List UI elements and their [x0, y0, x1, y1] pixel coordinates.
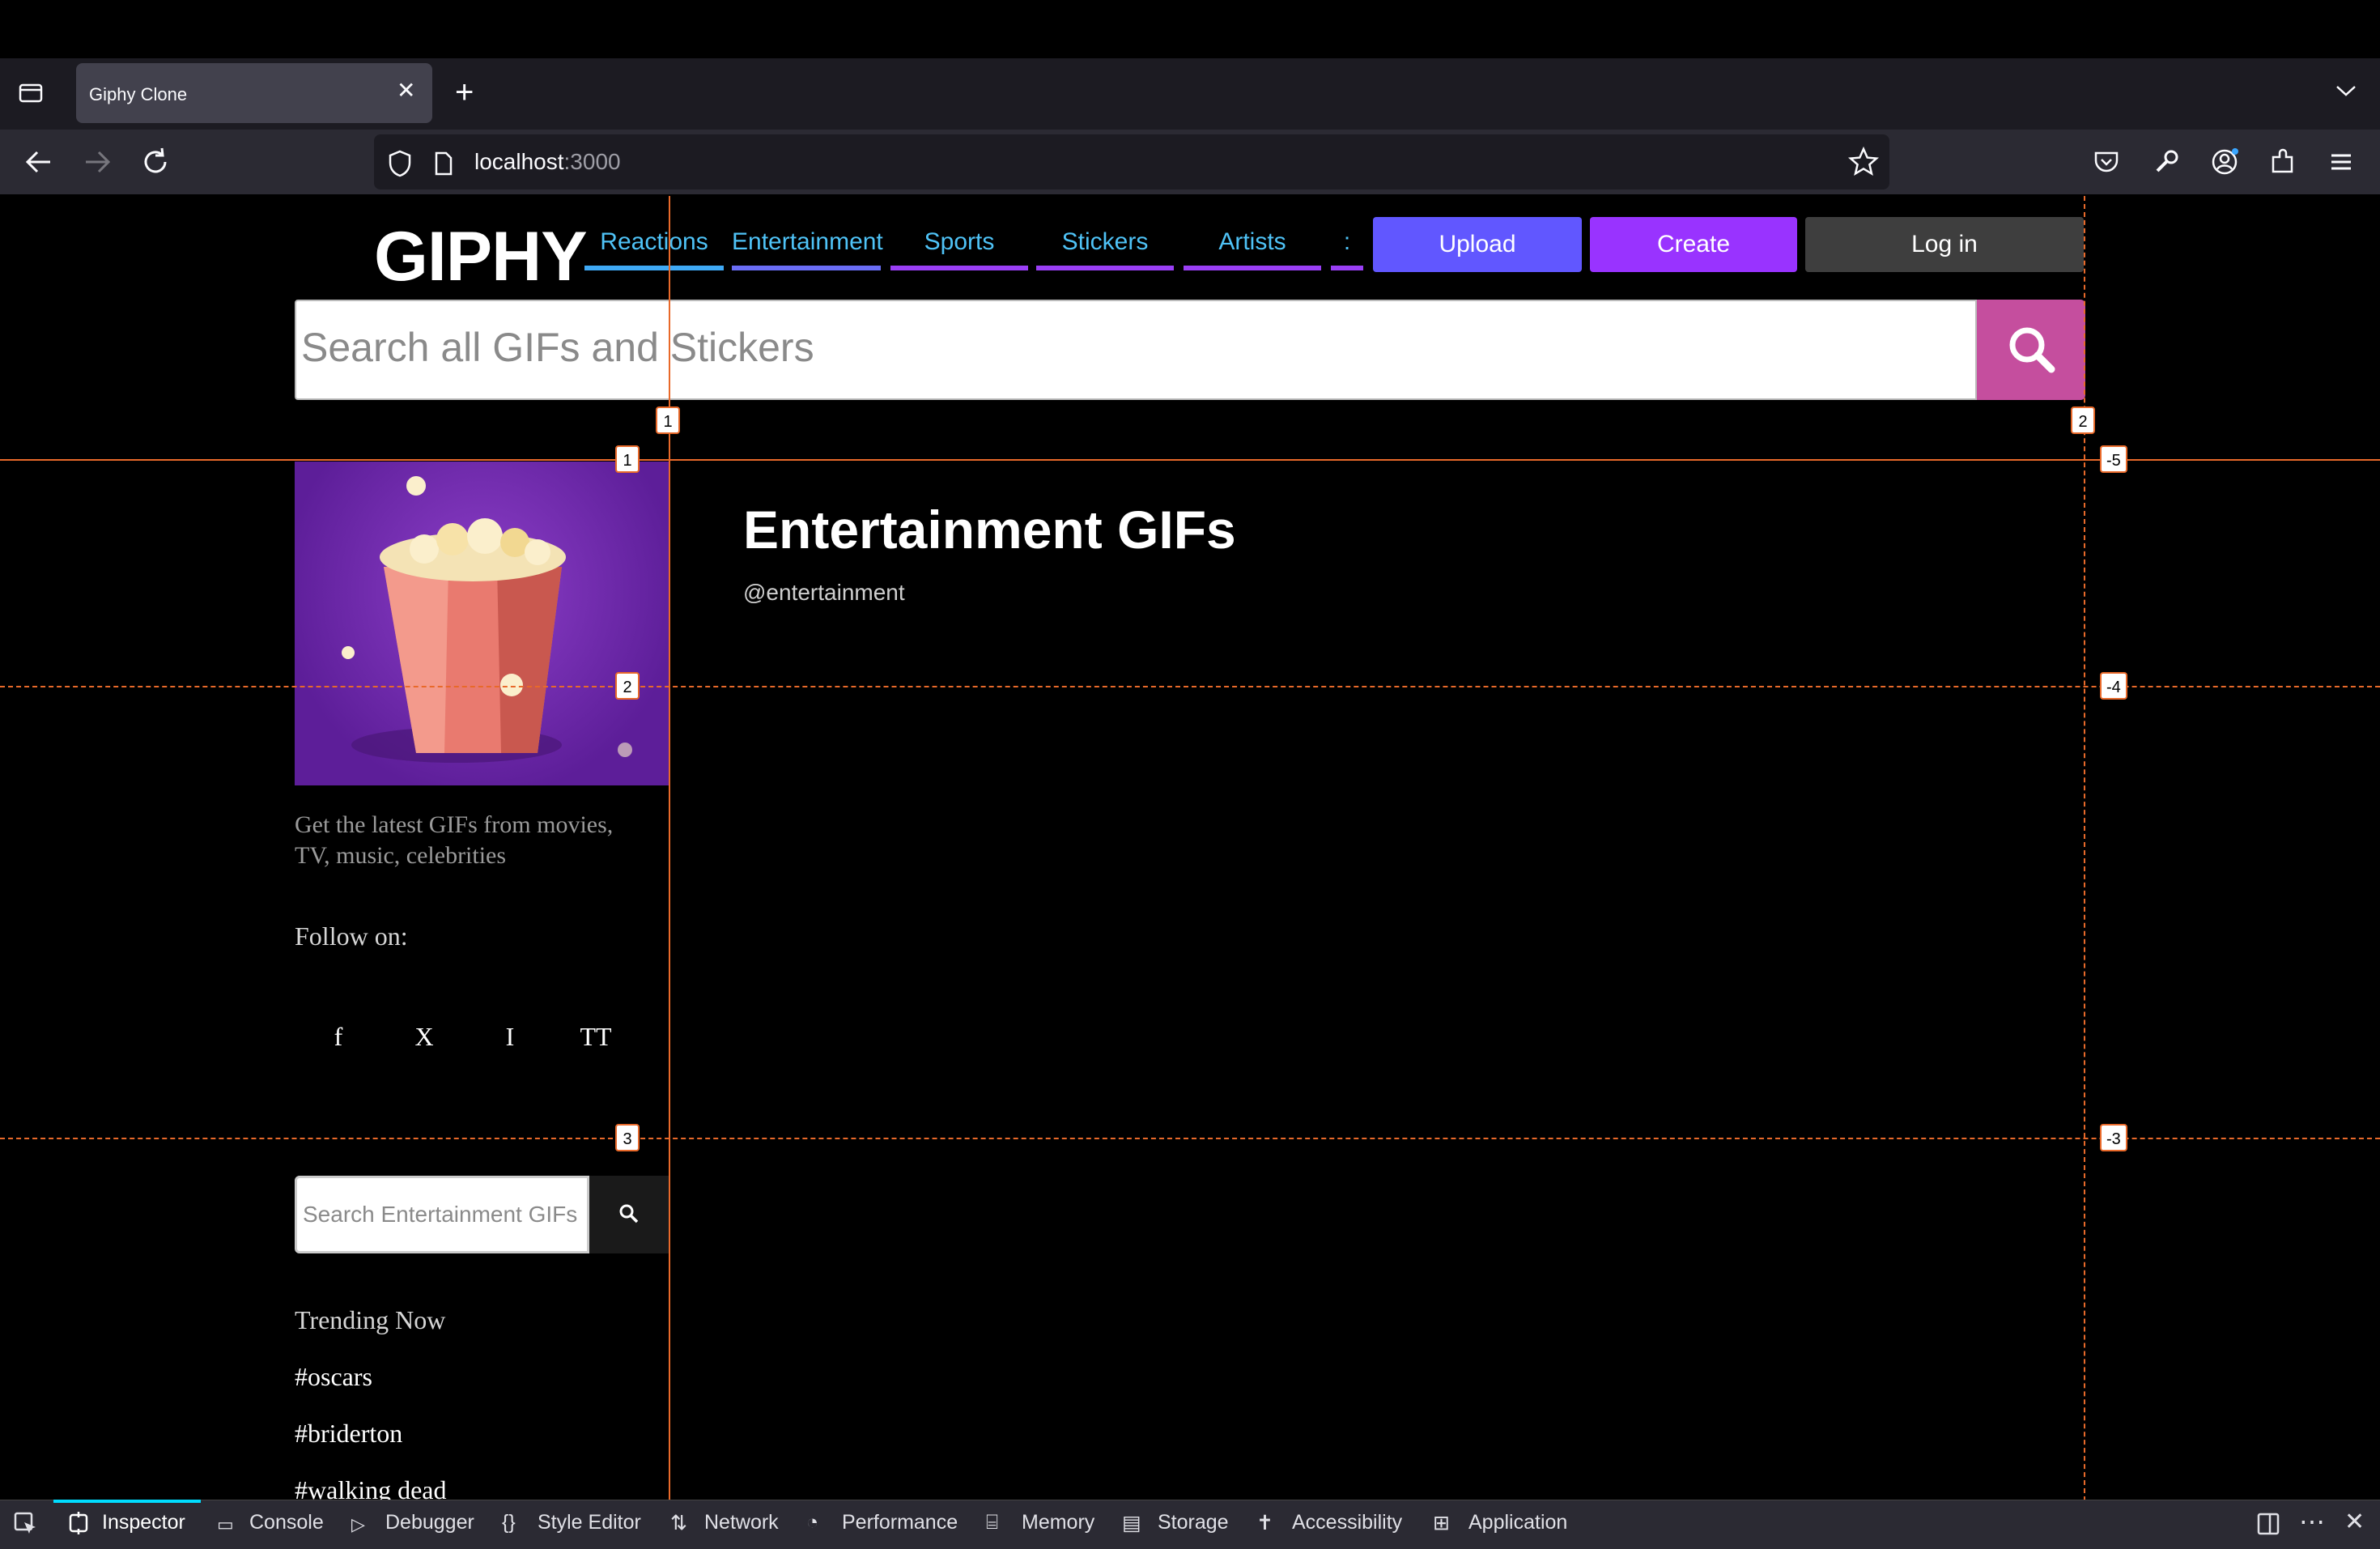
grid-row-badge-negative: -3	[2100, 1124, 2127, 1151]
follow-label: Follow on:	[295, 921, 408, 951]
screen-top	[0, 0, 2380, 58]
channel-handle[interactable]: @entertainment	[743, 580, 905, 606]
facebook-link[interactable]: f	[314, 1022, 363, 1052]
nav-link-artists[interactable]: Artists	[1184, 228, 1321, 270]
grid-line-row-1	[0, 459, 2380, 461]
debugger-icon: ▷	[351, 1514, 365, 1534]
back-icon[interactable]	[21, 144, 57, 180]
devtools-tab-debugger[interactable]: Debugger	[385, 1511, 474, 1534]
grid-col-badge: 2	[2071, 406, 2095, 434]
devtools-tab-inspector[interactable]: Inspector	[102, 1511, 185, 1534]
devtools-tab-style-editor[interactable]: Style Editor	[538, 1511, 641, 1534]
search-icon	[619, 1204, 639, 1223]
menu-icon[interactable]	[2325, 146, 2357, 178]
grid-line-col-2	[2084, 196, 2085, 1501]
grid-row-badge: 2	[615, 672, 640, 700]
close-tab-icon[interactable]: ✕	[397, 79, 415, 102]
channel-banner-image	[295, 462, 669, 785]
tiktok-link[interactable]: TT	[572, 1022, 620, 1052]
nav-more[interactable]: :	[1331, 228, 1363, 270]
url-text[interactable]: localhost:3000	[474, 149, 621, 175]
channel-title: Entertainment GIFs	[743, 500, 1236, 560]
create-button[interactable]: Create	[1590, 217, 1797, 272]
forward-icon[interactable]	[79, 144, 115, 180]
tab-title: Giphy Clone	[89, 84, 188, 104]
devtools-tab-console[interactable]: Console	[249, 1511, 324, 1534]
account-icon[interactable]	[2208, 146, 2241, 178]
devtools-tab-performance[interactable]: Performance	[842, 1511, 958, 1534]
bookmark-star-icon[interactable]	[1847, 146, 1880, 178]
storage-icon: ▤	[1122, 1512, 1141, 1534]
memory-icon: ⌸	[986, 1511, 999, 1534]
nav-underline	[1184, 266, 1321, 270]
grid-row-badge: 1	[615, 445, 640, 473]
active-tab-indicator	[53, 1500, 201, 1503]
search-placeholder: Search all GIFs and Stickers	[301, 325, 814, 370]
nav-link-stickers[interactable]: Stickers	[1036, 228, 1174, 270]
trending-item[interactable]: #walking dead	[295, 1475, 447, 1500]
trending-item[interactable]: #oscars	[295, 1362, 372, 1392]
new-tab-icon[interactable]: +	[455, 76, 474, 109]
page-icon	[435, 151, 453, 176]
shield-icon[interactable]	[387, 149, 413, 178]
application-icon: ⊞	[1433, 1512, 1450, 1534]
grid-row-badge: 3	[615, 1124, 640, 1151]
grid-col-badge: 1	[656, 406, 680, 434]
trending-item[interactable]: #briderton	[295, 1419, 402, 1449]
url-host: localhost	[474, 149, 564, 174]
console-icon: ▭	[217, 1514, 234, 1534]
pocket-icon[interactable]	[2090, 146, 2123, 178]
extensions-icon[interactable]	[2267, 146, 2299, 178]
network-icon: ⇅	[670, 1512, 687, 1534]
trending-title: Trending Now	[295, 1305, 446, 1334]
devtools-tab-application[interactable]: Application	[1468, 1511, 1567, 1534]
devtools-tab-memory[interactable]: Memory	[1022, 1511, 1094, 1534]
url-port: :3000	[563, 149, 621, 174]
nav-underline	[584, 266, 724, 270]
devtools-tab-network[interactable]: Network	[704, 1511, 779, 1534]
grid-row-badge-negative: -5	[2100, 445, 2127, 473]
close-devtools-icon[interactable]: ✕	[2344, 1508, 2365, 1536]
nav-link-reactions[interactable]: Reactions	[584, 228, 724, 270]
search-icon	[2009, 327, 2055, 373]
popcorn-illustration	[342, 476, 632, 763]
style-editor-icon: {}	[502, 1511, 516, 1534]
nav-underline	[1331, 266, 1363, 270]
wrench-icon[interactable]	[2150, 146, 2182, 178]
more-options-icon[interactable]: ⋯	[2299, 1506, 2325, 1537]
reload-icon[interactable]	[138, 144, 173, 180]
nav-underline	[1036, 266, 1174, 270]
x-link[interactable]: X	[400, 1022, 448, 1052]
channel-search-button[interactable]	[589, 1176, 669, 1253]
login-button[interactable]: Log in	[1805, 217, 2084, 272]
devtools-tab-storage[interactable]: Storage	[1158, 1511, 1229, 1534]
firefox-view-icon[interactable]	[18, 81, 44, 104]
performance-icon: ◔	[806, 1511, 819, 1534]
grid-line-col-1	[669, 196, 670, 1501]
element-picker-icon[interactable]	[13, 1511, 39, 1537]
channel-description: Get the latest GIFs from movies, TV, mus…	[295, 811, 614, 869]
search-button[interactable]	[1977, 300, 2085, 400]
dock-side-icon[interactable]	[2255, 1511, 2281, 1537]
nav-underline	[890, 266, 1028, 270]
giphy-logo[interactable]: GIPHY	[374, 217, 588, 297]
upload-button[interactable]: Upload	[1373, 217, 1582, 272]
nav-link-sports[interactable]: Sports	[890, 228, 1028, 270]
grid-line-row-3	[0, 1138, 2380, 1139]
instagram-link[interactable]: I	[486, 1022, 534, 1052]
grid-line-row-2	[0, 686, 2380, 687]
inspector-icon	[69, 1512, 88, 1534]
nav-underline	[732, 266, 881, 270]
nav-link-entertainment[interactable]: Entertainment	[732, 228, 883, 270]
channel-search-placeholder: Search Entertainment GIFs	[303, 1202, 578, 1227]
devtools-tab-accessibility[interactable]: Accessibility	[1292, 1511, 1402, 1534]
chevron-down-icon[interactable]	[2335, 81, 2357, 100]
accessibility-icon: ✝	[1256, 1512, 1273, 1534]
grid-row-badge-negative: -4	[2100, 672, 2127, 700]
